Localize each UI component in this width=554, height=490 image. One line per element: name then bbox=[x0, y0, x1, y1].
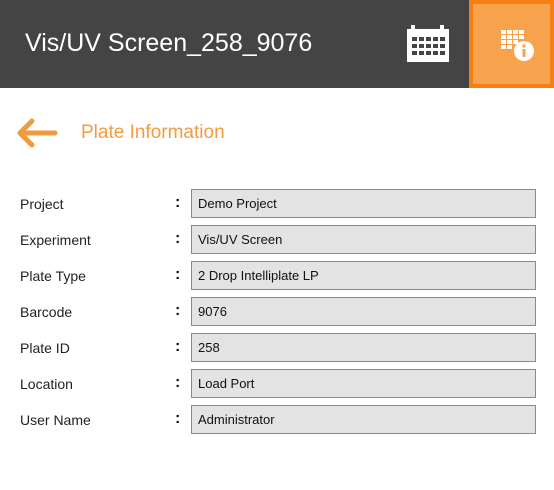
field-separator: : bbox=[175, 410, 181, 427]
app-header: Vis/UV Screen_258_9076 bbox=[0, 0, 554, 88]
page-title: Vis/UV Screen_258_9076 bbox=[25, 29, 313, 57]
field-value-plate-id[interactable]: 258 bbox=[191, 333, 536, 362]
field-label: Plate ID bbox=[20, 340, 70, 356]
field-label: User Name bbox=[20, 412, 91, 428]
plate-info-icon bbox=[501, 30, 534, 61]
field-value-barcode[interactable]: 9076 bbox=[191, 297, 536, 326]
field-value-experiment[interactable]: Vis/UV Screen bbox=[191, 225, 536, 254]
field-row-location: Location : Load Port bbox=[0, 368, 554, 400]
field-label: Experiment bbox=[20, 232, 91, 248]
field-separator: : bbox=[175, 374, 181, 391]
field-row-experiment: Experiment : Vis/UV Screen bbox=[0, 224, 554, 256]
field-value-location[interactable]: Load Port bbox=[191, 369, 536, 398]
plate-info-button[interactable] bbox=[469, 0, 554, 88]
back-button[interactable] bbox=[14, 116, 58, 150]
field-value-project[interactable]: Demo Project bbox=[191, 189, 536, 218]
field-value-plate-type[interactable]: 2 Drop Intelliplate LP bbox=[191, 261, 536, 290]
section-title: Plate Information bbox=[81, 122, 225, 143]
field-label: Plate Type bbox=[20, 268, 86, 284]
field-row-project: Project : Demo Project bbox=[0, 188, 554, 220]
field-label: Project bbox=[20, 196, 64, 212]
field-separator: : bbox=[175, 302, 181, 319]
field-separator: : bbox=[175, 194, 181, 211]
field-row-plate-type: Plate Type : 2 Drop Intelliplate LP bbox=[0, 260, 554, 292]
calendar-icon bbox=[407, 25, 449, 62]
calendar-button[interactable] bbox=[405, 22, 451, 64]
field-row-barcode: Barcode : 9076 bbox=[0, 296, 554, 328]
field-separator: : bbox=[175, 338, 181, 355]
field-label: Location bbox=[20, 376, 73, 392]
back-arrow-icon bbox=[17, 118, 58, 148]
field-label: Barcode bbox=[20, 304, 73, 320]
field-separator: : bbox=[175, 266, 181, 283]
field-row-user-name: User Name : Administrator bbox=[0, 404, 554, 436]
field-separator: : bbox=[175, 230, 181, 247]
field-row-plate-id: Plate ID : 258 bbox=[0, 332, 554, 364]
field-value-user-name[interactable]: Administrator bbox=[191, 405, 536, 434]
